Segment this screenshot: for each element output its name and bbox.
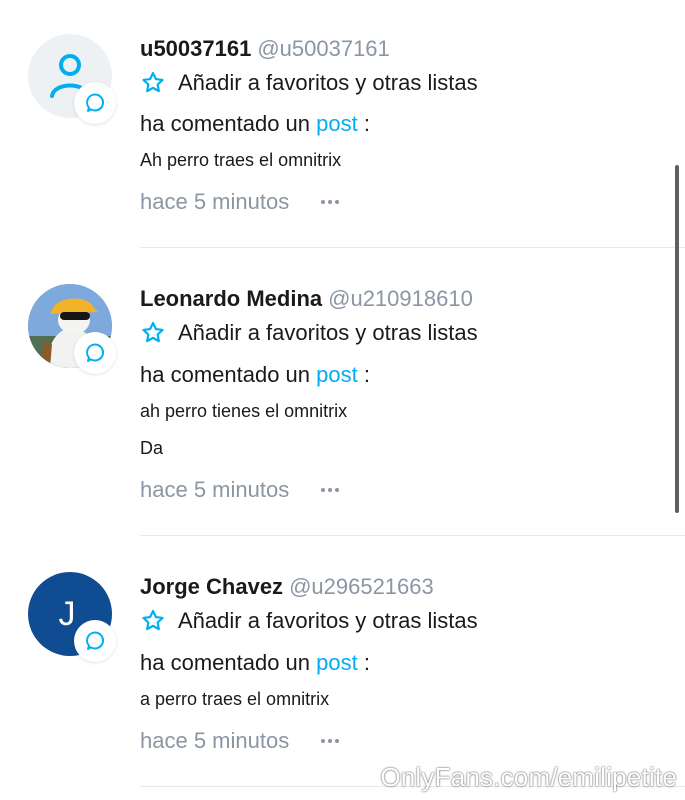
action-prefix: ha comentado un: [140, 650, 311, 675]
divider: [140, 247, 685, 248]
more-dots-icon[interactable]: [321, 200, 340, 204]
comment-bubble-icon: [86, 631, 104, 650]
post-link[interactable]: post: [316, 111, 358, 136]
avatar[interactable]: [28, 284, 116, 374]
add-to-favorites-button[interactable]: Añadir a favoritos y otras listas: [140, 70, 478, 96]
action-text: ha comentado un post :: [140, 111, 370, 137]
user-handle[interactable]: @u50037161: [257, 36, 389, 61]
action-prefix: ha comentado un: [140, 111, 311, 136]
action-text: ha comentado un post :: [140, 650, 370, 676]
more-dots-icon[interactable]: [321, 739, 340, 743]
user-handle[interactable]: @u210918610: [328, 286, 473, 311]
action-suffix: :: [363, 111, 370, 136]
user-name[interactable]: Leonardo Medina: [140, 286, 322, 311]
comment-text: a perro traes el omnitrix: [140, 689, 330, 709]
star-outline-icon: [142, 321, 164, 343]
meta-row: hace 5 minutos: [140, 477, 340, 503]
divider: [140, 535, 685, 536]
user-line: Leonardo Medina @u210918610: [140, 286, 473, 312]
avatar-initial: J: [58, 594, 76, 633]
star-outline-icon: [142, 609, 164, 631]
comment-badge: [74, 82, 116, 124]
user-line: Jorge Chavez @u296521663: [140, 574, 434, 600]
timestamp: hace 5 minutos: [140, 477, 290, 502]
avatar[interactable]: [28, 34, 116, 124]
meta-row: hace 5 minutos: [140, 189, 340, 215]
user-handle[interactable]: @u296521663: [289, 574, 434, 599]
action-prefix: ha comentado un: [140, 362, 311, 387]
comment-bubble-icon: [86, 343, 104, 362]
scrollbar[interactable]: [675, 165, 679, 513]
post-link[interactable]: post: [316, 650, 358, 675]
comment-text: ah perro tienes el omnitrix: [140, 401, 348, 421]
post-link[interactable]: post: [316, 362, 358, 387]
user-name[interactable]: Jorge Chavez: [140, 574, 283, 599]
add-to-favorites-label: Añadir a favoritos y otras listas: [178, 320, 478, 345]
user-name[interactable]: u50037161: [140, 36, 251, 61]
user-line: u50037161 @u50037161: [140, 36, 390, 62]
timestamp: hace 5 minutos: [140, 189, 290, 214]
add-to-favorites-label: Añadir a favoritos y otras listas: [178, 70, 478, 95]
more-dots-icon[interactable]: [321, 488, 340, 492]
comment-bubble-icon: [86, 93, 104, 112]
star-outline-icon: [142, 71, 164, 93]
timestamp: hace 5 minutos: [140, 728, 290, 753]
add-to-favorites-label: Añadir a favoritos y otras listas: [178, 608, 478, 633]
meta-row: hace 5 minutos: [140, 728, 340, 754]
comment-text: Da: [140, 438, 164, 458]
add-to-favorites-button[interactable]: Añadir a favoritos y otras listas: [140, 320, 478, 346]
action-suffix: :: [363, 362, 370, 387]
avatar[interactable]: J: [28, 572, 116, 662]
notifications-feed: u50037161 @u50037161 Añadir a favoritos y…: [0, 0, 685, 800]
comment-badge: [74, 332, 116, 374]
add-to-favorites-button[interactable]: Añadir a favoritos y otras listas: [140, 608, 478, 634]
comment-text: Ah perro traes el omnitrix: [140, 150, 342, 170]
comment-badge: [74, 620, 116, 662]
action-text: ha comentado un post :: [140, 362, 370, 388]
watermark: OnlyFans.com/emilipetite: [380, 762, 677, 792]
action-suffix: :: [363, 650, 370, 675]
